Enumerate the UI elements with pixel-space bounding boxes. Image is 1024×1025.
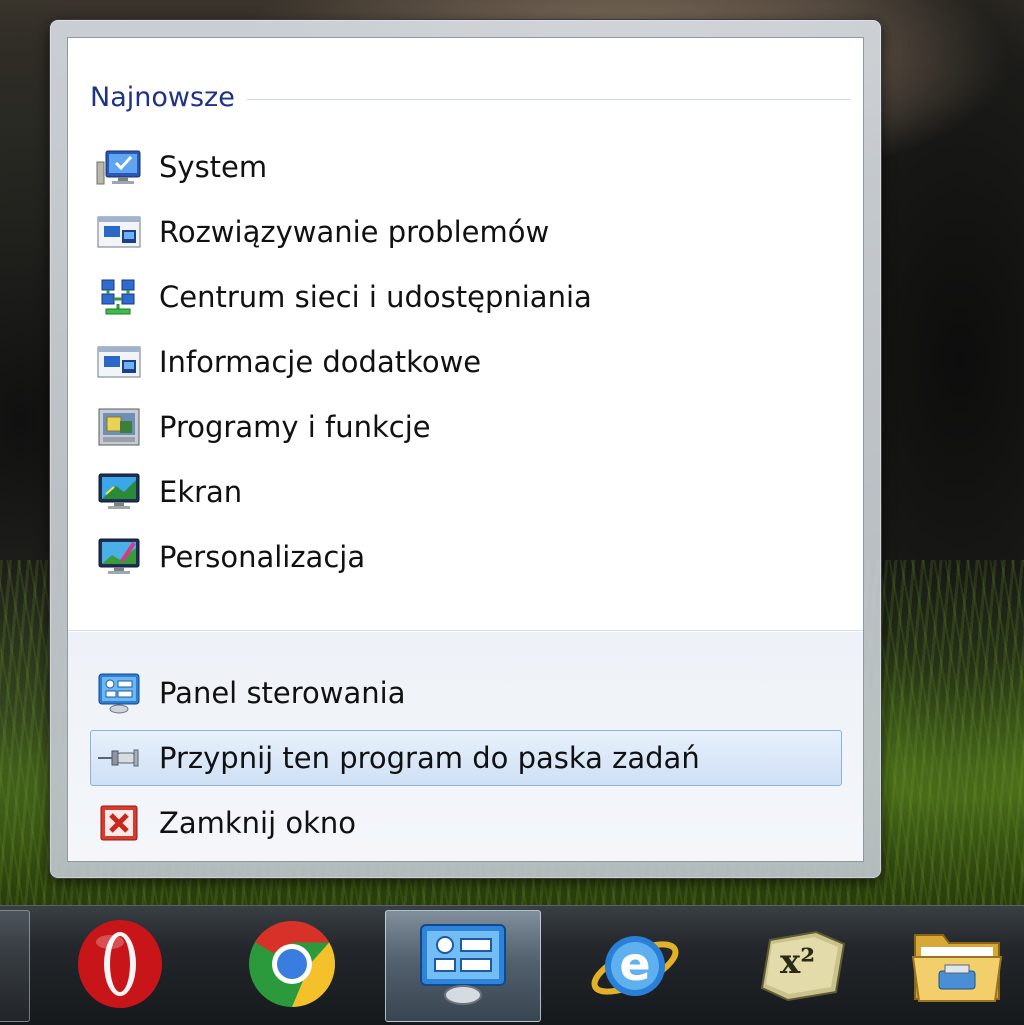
pin-icon xyxy=(95,737,143,779)
taskbar-button-explorer[interactable] xyxy=(890,910,1024,1022)
programs-features-icon xyxy=(95,406,143,448)
show-desktop-edge[interactable] xyxy=(0,910,30,1022)
recent-item-personalization[interactable]: Personalizacja xyxy=(90,529,842,585)
troubleshooting-icon xyxy=(95,211,143,253)
taskbar-button-internet-explorer[interactable]: e xyxy=(560,910,710,1022)
opera-icon xyxy=(72,916,168,1016)
task-label: Przypnij ten program do paska zadań xyxy=(159,741,700,775)
recent-item-troubleshooting[interactable]: Rozwiązywanie problemów xyxy=(90,204,842,260)
recent-item-display[interactable]: Ekran xyxy=(90,464,842,520)
calculator-glyph: x² xyxy=(780,942,816,982)
calculator-x2-icon: x² xyxy=(758,926,848,1006)
jump-list: Najnowsze System Rozwiązywanie problemów… xyxy=(49,19,882,879)
chrome-icon xyxy=(246,918,338,1014)
recent-item-label: Rozwiązywanie problemów xyxy=(159,215,550,249)
recent-item-label: System xyxy=(159,150,268,184)
system-icon xyxy=(95,146,143,188)
taskbar: e x² xyxy=(0,905,1024,1025)
taskbar-button-calculator[interactable]: x² xyxy=(728,910,878,1022)
recent-item-label: Ekran xyxy=(159,475,243,509)
jump-list-panel: Najnowsze System Rozwiązywanie problemów… xyxy=(67,37,864,862)
task-label: Panel sterowania xyxy=(159,676,406,710)
recent-header: Najnowsze xyxy=(90,80,850,114)
recent-item-system[interactable]: System xyxy=(90,139,842,195)
recent-item-label: Programy i funkcje xyxy=(159,410,431,444)
close-window-icon xyxy=(95,802,143,844)
display-icon xyxy=(95,471,143,513)
internet-explorer-icon: e xyxy=(587,918,683,1014)
recent-item-network-center[interactable]: Centrum sieci i udostępniania xyxy=(90,269,842,325)
recent-item-additional-info[interactable]: Informacje dodatkowe xyxy=(90,334,842,390)
recent-item-programs-features[interactable]: Programy i funkcje xyxy=(90,399,842,455)
network-center-icon xyxy=(95,276,143,318)
recent-item-label: Centrum sieci i udostępniania xyxy=(159,280,592,314)
svg-text:e: e xyxy=(619,937,650,991)
recent-item-label: Informacje dodatkowe xyxy=(159,345,482,379)
taskbar-button-chrome[interactable] xyxy=(217,910,367,1022)
recent-item-label: Personalizacja xyxy=(159,540,366,574)
personalization-icon xyxy=(95,536,143,578)
task-pin-to-taskbar[interactable]: Przypnij ten program do paska zadań xyxy=(90,730,842,786)
task-control-panel[interactable]: Panel sterowania xyxy=(90,665,842,721)
recent-header-title: Najnowsze xyxy=(90,81,235,113)
recent-section: Najnowsze System Rozwiązywanie problemów… xyxy=(68,38,863,630)
taskbar-button-control-panel[interactable] xyxy=(385,910,541,1022)
task-close-window[interactable]: Zamknij okno xyxy=(90,795,842,851)
recent-header-divider xyxy=(246,98,850,100)
additional-info-icon xyxy=(95,341,143,383)
taskbar-button-opera[interactable] xyxy=(45,910,195,1022)
folder-icon xyxy=(909,921,1005,1011)
control-panel-icon xyxy=(413,919,513,1013)
tasks-section: Panel sterowania Przypnij ten program do… xyxy=(68,630,863,861)
control-panel-icon xyxy=(95,672,143,714)
task-label: Zamknij okno xyxy=(159,806,357,840)
